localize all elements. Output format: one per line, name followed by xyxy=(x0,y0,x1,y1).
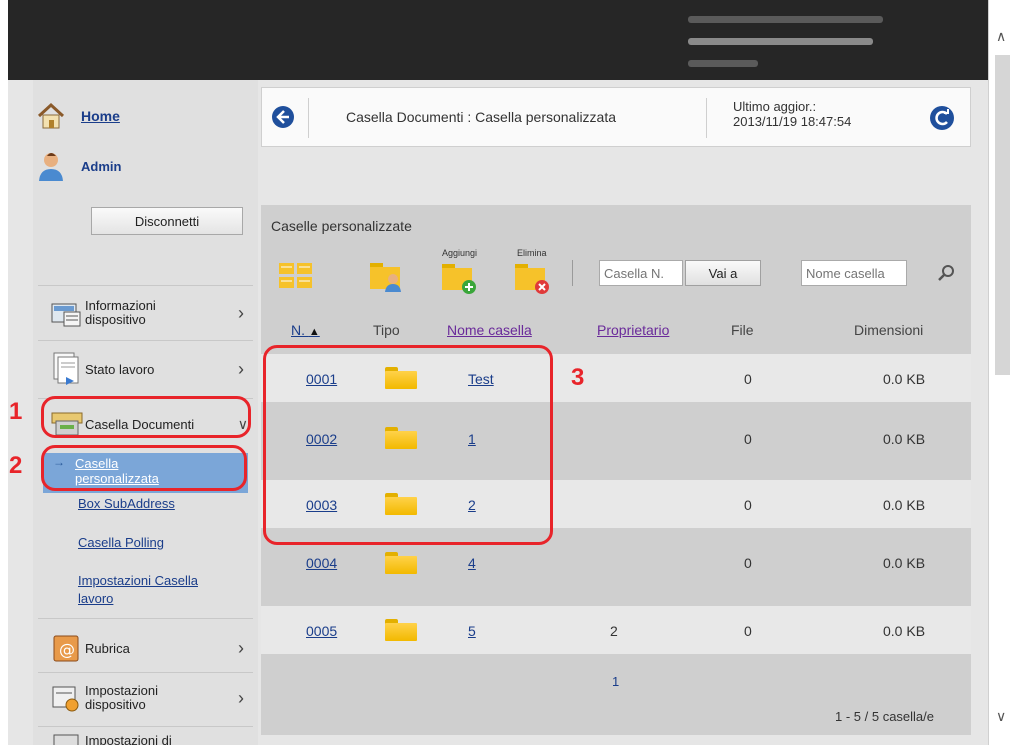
sidebar-user: Admin xyxy=(33,148,258,184)
page-number[interactable]: 1 xyxy=(612,674,619,689)
sidebar-item-label: Rubrica xyxy=(85,640,130,656)
delete-label: Elimina xyxy=(517,248,547,258)
sidebar-item-device-settings[interactable]: Impostazioni dispositivo › xyxy=(33,676,258,720)
row-files: 0 xyxy=(744,555,752,571)
column-header-owner[interactable]: Proprietario xyxy=(597,322,669,338)
go-to-button[interactable]: Vai a xyxy=(685,260,761,286)
top-banner xyxy=(8,0,988,80)
add-box-icon[interactable] xyxy=(441,260,479,301)
chevron-right-icon: › xyxy=(238,637,244,658)
scroll-down-icon[interactable]: ∨ xyxy=(996,708,1006,725)
subitem-label2: lavoro xyxy=(78,591,114,606)
row-files: 0 xyxy=(744,623,752,639)
column-header-type: Tipo xyxy=(373,322,400,338)
row-size: 0.0 KB xyxy=(883,555,926,571)
row-number[interactable]: 0004 xyxy=(306,555,337,571)
scroll-up-icon[interactable]: ∧ xyxy=(996,28,1006,45)
folder-icon xyxy=(385,619,417,641)
address-book-icon: @ xyxy=(49,633,85,663)
sidebar-item-label2: dispositivo xyxy=(85,697,146,712)
add-label: Aggiungi xyxy=(442,248,478,258)
device-settings-icon xyxy=(49,683,85,713)
row-size: 0.0 KB xyxy=(883,497,926,513)
last-update-label: Ultimo aggior.: xyxy=(733,99,817,114)
column-header-number[interactable]: N. ▲ xyxy=(291,322,320,338)
last-update-value: 2013/11/19 18:47:54 xyxy=(733,114,852,129)
home-icon xyxy=(33,101,69,131)
row-number[interactable]: 0005 xyxy=(306,623,337,639)
row-size: 0.0 KB xyxy=(883,623,926,639)
row-files: 0 xyxy=(744,371,752,387)
user-folder-icon[interactable] xyxy=(369,259,405,298)
job-status-icon xyxy=(49,352,85,385)
logout-button[interactable]: Disconnetti xyxy=(91,207,243,235)
box-name-link[interactable]: 4 xyxy=(468,555,476,571)
back-arrow-icon[interactable] xyxy=(271,105,295,134)
device-info-icon xyxy=(49,298,85,328)
view-grid-icon[interactable] xyxy=(278,261,314,296)
breadcrumb-bar: Casella Documenti : Casella personalizza… xyxy=(261,87,971,147)
column-label: N. xyxy=(291,322,305,338)
sidebar-item-settings-partial[interactable]: Impostazioni di xyxy=(33,730,258,745)
sidebar-home[interactable]: Home xyxy=(33,100,258,132)
chevron-right-icon: › xyxy=(238,687,244,708)
box-name-link[interactable]: 5 xyxy=(468,623,476,639)
row-owner: 2 xyxy=(610,623,618,639)
scrollbar-thumb[interactable] xyxy=(995,55,1010,375)
chevron-right-icon: › xyxy=(238,358,244,379)
home-link[interactable]: Home xyxy=(81,108,120,124)
column-header-files: File xyxy=(731,322,754,338)
box-number-input[interactable] xyxy=(599,260,683,286)
user-name: Admin xyxy=(81,158,122,174)
svg-text:@: @ xyxy=(59,640,75,659)
callout-number-1: 1 xyxy=(9,398,23,425)
row-size: 0.0 KB xyxy=(883,371,926,387)
result-count: 1 - 5 / 5 casella/e xyxy=(835,709,934,724)
search-icon[interactable] xyxy=(936,263,956,288)
row-files: 0 xyxy=(744,497,752,513)
callout-number-3: 3 xyxy=(571,364,585,391)
vertical-scrollbar[interactable]: ∧ ∨ xyxy=(988,0,1015,745)
panel-title: Caselle personalizzate xyxy=(271,218,412,234)
sidebar-subitem-polling-box[interactable]: Casella Polling xyxy=(78,535,164,550)
sort-ascending-icon: ▲ xyxy=(308,326,320,338)
callout-box-2 xyxy=(41,445,247,491)
callout-box-3 xyxy=(263,345,553,545)
folder-icon xyxy=(385,552,417,574)
sidebar-item-address-book[interactable]: @ Rubrica › xyxy=(33,628,258,668)
sidebar-item-device-info[interactable]: Informazioni dispositivo › xyxy=(33,292,258,334)
browser-content: Home Admin Disconnetti Informazioni dispo… xyxy=(8,0,988,745)
sidebar-subitem-box-subaddress[interactable]: Box SubAddress xyxy=(78,496,175,511)
sidebar-item-job-status[interactable]: Stato lavoro › xyxy=(33,346,258,392)
settings-icon xyxy=(49,730,85,745)
breadcrumb: Casella Documenti : Casella personalizza… xyxy=(346,109,617,125)
column-header-size: Dimensioni xyxy=(854,322,924,338)
sidebar-item-label: Impostazioni di xyxy=(85,732,172,745)
user-icon xyxy=(33,151,69,181)
sidebar-item-label2: dispositivo xyxy=(85,312,146,327)
row-size: 0.0 KB xyxy=(883,431,926,447)
box-name-search-input[interactable] xyxy=(801,260,907,286)
sidebar-item-label: Informazioni xyxy=(85,298,156,313)
chevron-right-icon: › xyxy=(238,302,244,323)
delete-box-icon[interactable] xyxy=(514,260,552,301)
refresh-icon[interactable] xyxy=(929,105,955,136)
column-header-box-name[interactable]: Nome casella xyxy=(447,322,532,338)
sidebar-item-label: Impostazioni xyxy=(85,683,158,698)
row-files: 0 xyxy=(744,431,752,447)
callout-number-2: 2 xyxy=(9,452,23,479)
callout-box-1 xyxy=(41,396,251,438)
sidebar-subitem-job-box-settings[interactable]: Impostazioni Casella lavoro xyxy=(78,572,198,608)
subitem-label: Impostazioni Casella xyxy=(78,573,198,588)
sidebar-item-label: Stato lavoro xyxy=(85,361,155,377)
